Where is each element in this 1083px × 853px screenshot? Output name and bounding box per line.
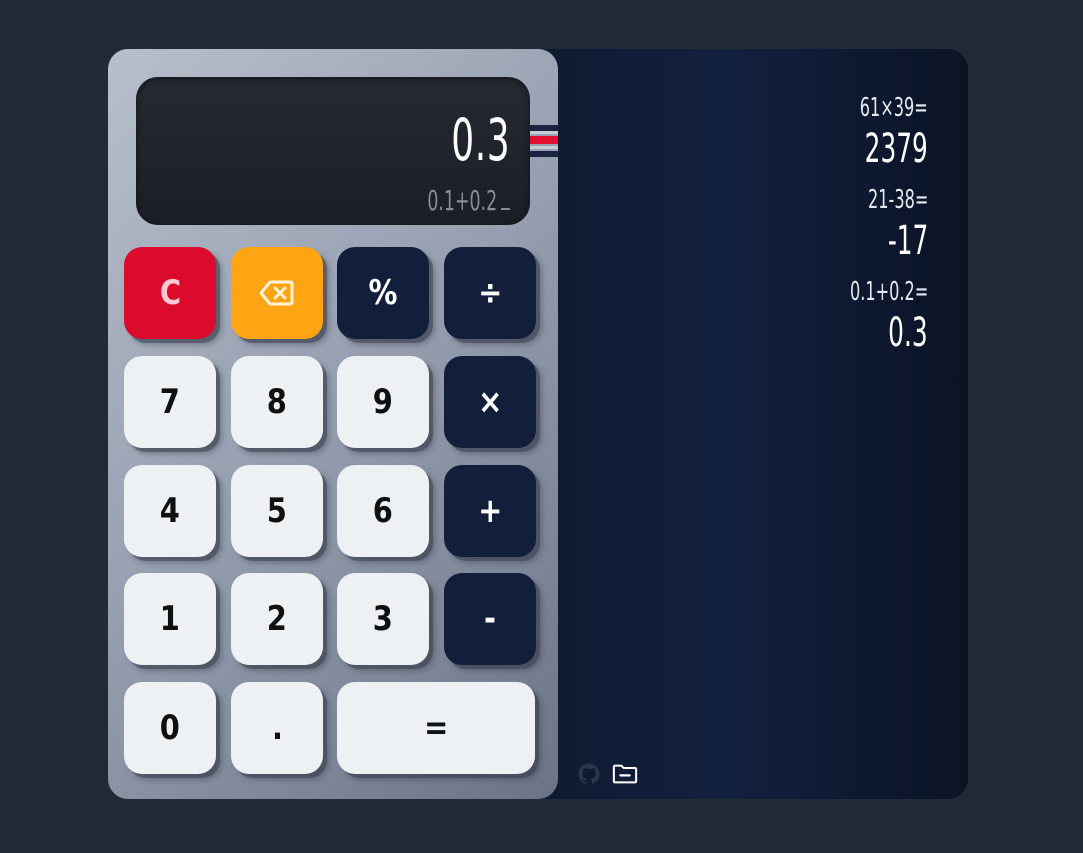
history-result: 2379 <box>864 126 928 172</box>
history-entry[interactable]: 21-38= -17 <box>628 185 928 267</box>
digit-1-button[interactable]: 1 <box>124 573 216 665</box>
divide-label: ÷ <box>477 273 503 313</box>
minus-button[interactable]: - <box>444 573 536 665</box>
minus-label: - <box>483 599 497 639</box>
hinge-stripe <box>530 146 558 149</box>
history-panel: 61×39= 2379 21-38= -17 0.1+0.2= 0.3 <box>528 49 968 799</box>
backspace-icon <box>259 280 294 306</box>
digit-label: 3 <box>372 599 394 639</box>
decimal-button[interactable]: . <box>231 682 323 774</box>
display-expression: 0.1+0.2 <box>428 185 510 217</box>
calculator-body: 0.3 0.1+0.2 C % ÷ 7 8 9 × 4 5 6 + 1 2 3 … <box>108 49 558 799</box>
digit-label: 8 <box>266 382 288 422</box>
digit-label: 4 <box>159 491 181 531</box>
digit-label: 9 <box>372 382 394 422</box>
history-result: 0.3 <box>888 310 928 356</box>
digit-label: 5 <box>266 491 288 531</box>
multiply-button[interactable]: × <box>444 356 536 448</box>
hinge-stripe <box>530 131 558 134</box>
keypad: C % ÷ 7 8 9 × 4 5 6 + 1 2 3 - 0 . = <box>124 247 538 775</box>
display-expression-text: 0.1+0.2 <box>427 184 498 217</box>
history-entry[interactable]: 0.1+0.2= 0.3 <box>628 277 928 359</box>
decimal-label: . <box>271 708 283 748</box>
digit-9-button[interactable]: 9 <box>337 356 429 448</box>
digit-label: 1 <box>159 599 181 639</box>
multiply-label: × <box>477 382 503 422</box>
plus-button[interactable]: + <box>444 465 536 557</box>
digit-label: 7 <box>159 382 181 422</box>
digit-label: 0 <box>159 708 181 748</box>
display-cursor <box>501 208 510 210</box>
hinge-stripe <box>530 136 558 144</box>
equals-label: = <box>423 708 449 748</box>
digit-7-button[interactable]: 7 <box>124 356 216 448</box>
digit-4-button[interactable]: 4 <box>124 465 216 557</box>
percent-label: % <box>368 273 398 313</box>
digit-3-button[interactable]: 3 <box>337 573 429 665</box>
digit-6-button[interactable]: 6 <box>337 465 429 557</box>
hinge-stripe <box>530 151 558 157</box>
history-expression: 0.1+0.2= <box>849 277 928 307</box>
digit-5-button[interactable]: 5 <box>231 465 323 557</box>
history-entry[interactable]: 61×39= 2379 <box>628 93 928 175</box>
percent-button[interactable]: % <box>337 247 429 339</box>
digit-label: 2 <box>266 599 288 639</box>
history-result: -17 <box>887 218 928 264</box>
digit-2-button[interactable]: 2 <box>231 573 323 665</box>
calculator-app: 61×39= 2379 21-38= -17 0.1+0.2= 0.3 0.3 … <box>108 49 968 799</box>
hinge-stripes <box>530 125 558 157</box>
backspace-button[interactable] <box>231 247 323 339</box>
digit-8-button[interactable]: 8 <box>231 356 323 448</box>
digit-0-button[interactable]: 0 <box>124 682 216 774</box>
history-list: 61×39= 2379 21-38= -17 0.1+0.2= 0.3 <box>628 93 928 369</box>
digit-label: 6 <box>372 491 394 531</box>
folder-minus-icon[interactable] <box>612 761 638 787</box>
display-result: 0.3 <box>450 106 510 174</box>
footer-icons <box>576 761 638 787</box>
plus-label: + <box>477 491 503 531</box>
display-screen: 0.3 0.1+0.2 <box>136 77 530 225</box>
history-expression: 61×39= <box>859 93 928 123</box>
divide-button[interactable]: ÷ <box>444 247 536 339</box>
history-expression: 21-38= <box>867 185 928 215</box>
github-icon[interactable] <box>576 761 602 787</box>
equals-button[interactable]: = <box>337 682 535 774</box>
clear-button[interactable]: C <box>124 247 216 339</box>
clear-label: C <box>159 273 181 313</box>
